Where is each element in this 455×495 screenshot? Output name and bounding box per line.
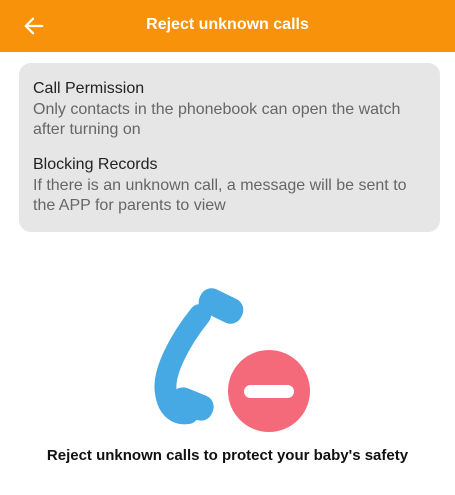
back-button[interactable] [18,10,50,42]
blocking-records-section: Blocking Records If there is an unknown … [33,155,426,216]
arrow-left-icon [24,17,44,35]
call-permission-title: Call Permission [33,80,145,97]
call-permission-section: Call Permission Only contacts in the pho… [33,79,426,140]
blocking-records-title: Blocking Records [33,156,158,173]
info-card: Call Permission Only contacts in the pho… [19,63,440,232]
page-title: Reject unknown calls [146,16,309,33]
slogan-text: Reject unknown calls to protect your bab… [46,447,409,464]
blocking-records-description: If there is an unknown call, a message w… [33,177,407,214]
reject-call-illustration [154,288,310,432]
no-entry-icon [228,350,310,432]
app-bar: Reject unknown calls [0,0,455,52]
call-permission-description: Only contacts in the phonebook can open … [33,101,401,138]
